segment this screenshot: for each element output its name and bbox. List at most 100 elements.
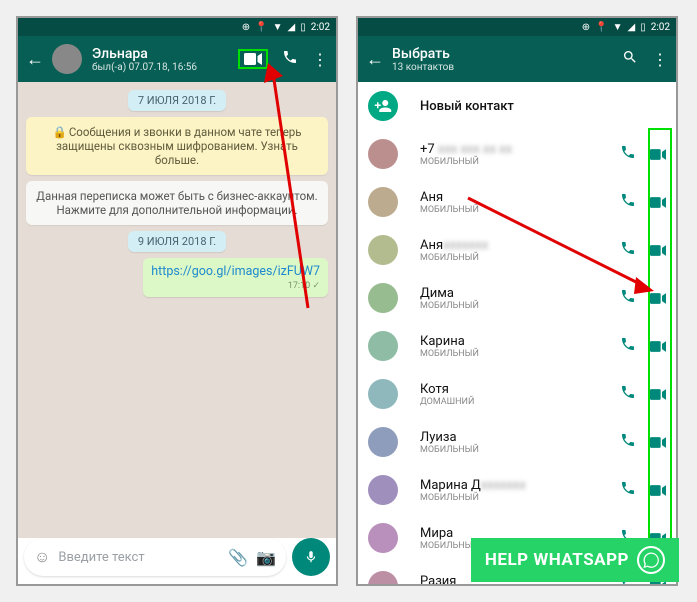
message-link[interactable]: https://goo.gl/images/izFUW7 [151, 264, 320, 279]
contact-name: Марина Дxxxxxxx [420, 478, 606, 493]
contact-name: Эльнара [92, 46, 238, 62]
voice-call-icon[interactable] [282, 49, 298, 69]
message-out[interactable]: https://goo.gl/images/izFUW7 17:10 ✓ [143, 258, 328, 297]
video-call-icon[interactable] [650, 289, 666, 308]
voice-call-icon[interactable] [620, 432, 636, 452]
contact-name: Аняxxxxxxx [420, 238, 606, 253]
contact-type: МОБИЛЬНЫЙ [420, 349, 606, 359]
video-call-icon[interactable] [650, 241, 666, 260]
voice-call-icon[interactable] [620, 288, 636, 308]
contact-avatar [368, 571, 398, 584]
contact-header[interactable]: Эльнара был(-а) 07.07.18, 16:56 [92, 46, 238, 73]
date-chip: 7 ИЮЛЯ 2018 Г. [128, 90, 226, 111]
picker-appbar: ← Выбрать 13 контактов ⋮ [358, 36, 676, 82]
contact-name: Карина [420, 334, 606, 349]
tea-icon: ⊕ [582, 22, 590, 33]
contact-type: МОБИЛЬНЫЙ [420, 445, 606, 455]
contact-name: Котя [420, 382, 606, 397]
contact-name: Луиза [420, 430, 606, 445]
banner-text: HELP WHATSAPP [485, 550, 629, 570]
contact-row[interactable]: КотяДОМАШНИЙ [358, 370, 676, 418]
add-contact-icon [368, 91, 398, 121]
status-time: 2:02 [311, 22, 330, 33]
contact-avatar [368, 523, 398, 553]
contact-lastseen: был(-а) 07.07.18, 16:56 [92, 62, 238, 73]
contact-type: МОБИЛЬНЫЙ [420, 205, 606, 215]
battery-icon: ▯ [300, 22, 306, 33]
new-contact-row[interactable]: Новый контакт [358, 82, 676, 130]
contact-row[interactable]: Марина ДxxxxxxxМОБИЛЬНЫЙ [358, 466, 676, 514]
mic-button[interactable] [292, 538, 330, 576]
emoji-icon[interactable]: ☺ [34, 547, 50, 567]
video-call-icon[interactable] [650, 145, 666, 164]
video-call-icon[interactable] [650, 385, 666, 404]
chat-body: 7 ИЮЛЯ 2018 Г. 🔒Сообщения и звонки в дан… [18, 82, 336, 538]
status-bar: ⊕ 📍 ▼ ◢ ▯ 2:02 [18, 18, 336, 36]
wifi-icon: ▼ [613, 22, 623, 33]
voice-call-icon[interactable] [620, 336, 636, 356]
contact-row[interactable]: ДимаМОБИЛЬНЫЙ [358, 274, 676, 322]
contact-row[interactable]: КаринаМОБИЛЬНЫЙ [358, 322, 676, 370]
video-call-icon[interactable] [650, 193, 666, 212]
contacts-list[interactable]: Новый контакт +7 xxx xxx xx xxМОБИЛЬНЫЙА… [358, 82, 676, 584]
voice-call-icon[interactable] [620, 192, 636, 212]
picker-title: Выбрать [392, 46, 622, 62]
video-call-icon[interactable] [238, 49, 268, 69]
new-contact-label: Новый контакт [420, 99, 666, 114]
voice-call-icon[interactable] [620, 240, 636, 260]
video-call-icon[interactable] [650, 481, 666, 500]
date-chip: 9 ИЮЛЯ 2018 Г. [128, 231, 226, 252]
contact-type: МОБИЛЬНЫЙ [420, 253, 606, 263]
picker-header: Выбрать 13 контактов [392, 46, 622, 73]
message-time: 17:10 ✓ [151, 281, 320, 291]
contact-avatar [368, 187, 398, 217]
screenshot-right: ⊕ 📍 ▼ ◢ ▯ 2:02 ← Выбрать 13 контактов ⋮ … [356, 16, 678, 586]
contact-avatar [368, 379, 398, 409]
back-icon[interactable]: ← [26, 49, 44, 70]
contact-avatar [368, 331, 398, 361]
encryption-notice[interactable]: 🔒Сообщения и звонки в данном чате теперь… [26, 117, 328, 175]
battery-icon: ▯ [640, 22, 646, 33]
back-icon[interactable]: ← [366, 49, 384, 70]
lock-icon: 🔒 [52, 125, 66, 139]
attach-icon[interactable]: 📎 [228, 548, 248, 567]
contact-type: ДОМАШНИЙ [420, 397, 606, 407]
contact-name: Дима [420, 286, 606, 301]
camera-icon[interactable]: 📷 [256, 548, 276, 567]
chat-appbar: ← Эльнара был(-а) 07.07.18, 16:56 ⋮ [18, 36, 336, 82]
voice-call-icon[interactable] [620, 384, 636, 404]
more-icon[interactable]: ⋮ [312, 50, 328, 69]
status-bar: ⊕ 📍 ▼ ◢ ▯ 2:02 [358, 18, 676, 36]
contact-row[interactable]: АняМОБИЛЬНЫЙ [358, 178, 676, 226]
contact-name: +7 xxx xxx xx xx [420, 142, 606, 157]
screenshot-left: ⊕ 📍 ▼ ◢ ▯ 2:02 ← Эльнара был(-а) 07.07.1… [16, 16, 338, 586]
business-notice[interactable]: Данная переписка может быть с бизнес-акк… [26, 181, 328, 225]
contact-row[interactable]: +7 xxx xxx xx xxМОБИЛЬНЫЙ [358, 130, 676, 178]
search-icon[interactable] [622, 49, 638, 69]
location-icon: 📍 [255, 22, 267, 33]
contact-row[interactable]: ЛуизаМОБИЛЬНЫЙ [358, 418, 676, 466]
voice-call-icon[interactable] [620, 144, 636, 164]
picker-sub: 13 контактов [392, 62, 622, 73]
wifi-icon: ▼ [273, 22, 283, 33]
input-placeholder: Введите текст [58, 550, 220, 565]
contact-row[interactable]: АняxxxxxxxМОБИЛЬНЫЙ [358, 226, 676, 274]
more-icon[interactable]: ⋮ [652, 50, 668, 69]
contact-name: Аня [420, 190, 606, 205]
contact-type: МОБИЛЬНЫЙ [420, 301, 606, 311]
contact-avatar [368, 283, 398, 313]
signal-icon: ◢ [627, 22, 635, 33]
help-whatsapp-banner: HELP WHATSAPP [471, 538, 679, 582]
contact-avatar [368, 475, 398, 505]
signal-icon: ◢ [287, 22, 295, 33]
voice-call-icon[interactable] [620, 480, 636, 500]
contact-avatar [368, 139, 398, 169]
whatsapp-icon [637, 546, 665, 574]
video-call-icon[interactable] [650, 337, 666, 356]
location-icon: 📍 [595, 22, 607, 33]
contact-avatar[interactable] [52, 44, 82, 74]
contact-type: МОБИЛЬНЫЙ [420, 493, 606, 503]
video-call-icon[interactable] [650, 433, 666, 452]
message-input[interactable]: ☺ Введите текст 📎 📷 [24, 538, 286, 576]
input-bar: ☺ Введите текст 📎 📷 [24, 538, 330, 576]
